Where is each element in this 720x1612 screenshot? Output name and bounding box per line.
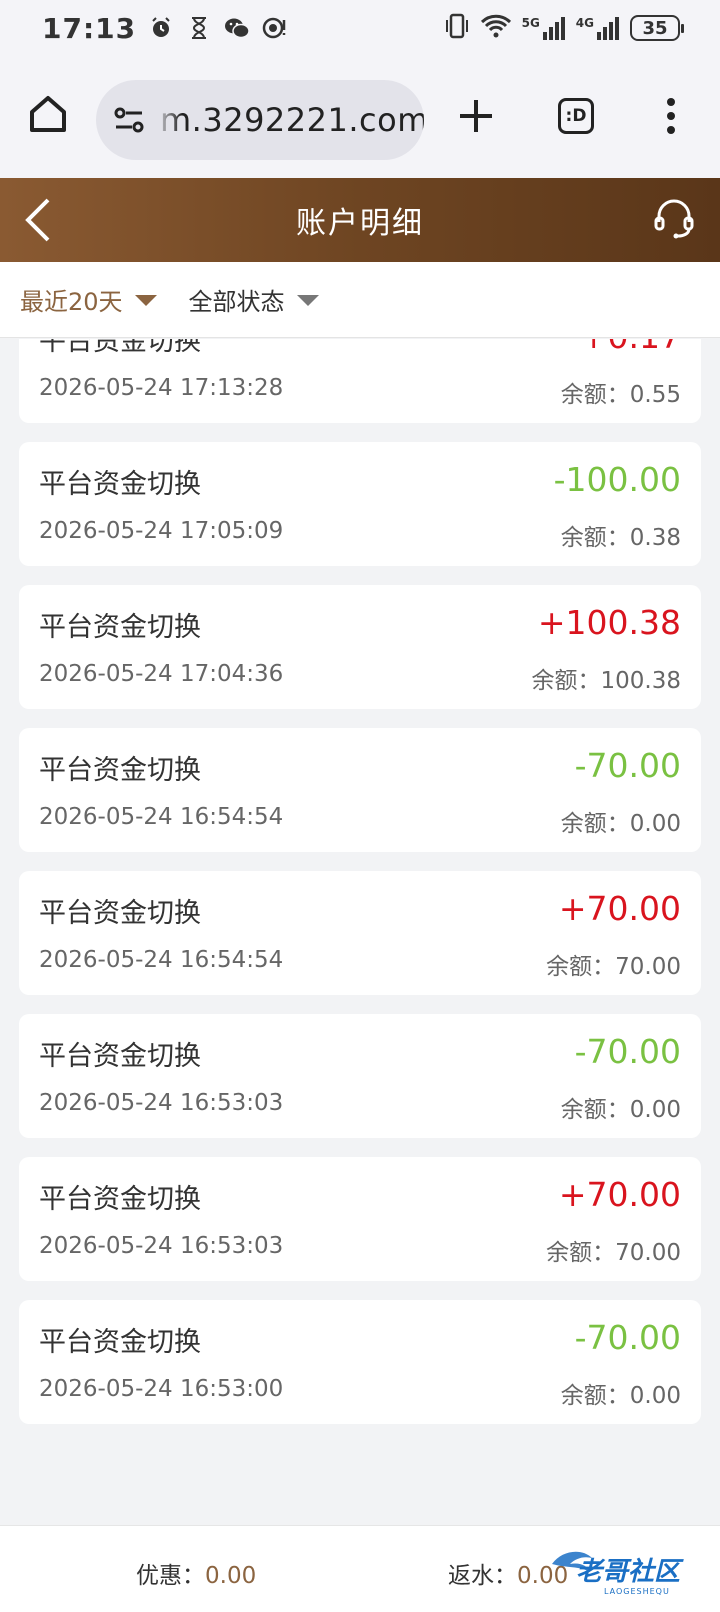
browser-toolbar: m.3292221.com :D bbox=[0, 56, 720, 178]
record-time: 2026-05-24 17:04:36 bbox=[39, 661, 284, 687]
record-balance: 余额：0.38 bbox=[560, 525, 681, 551]
record-title: 平台资金切换 bbox=[39, 339, 201, 357]
signal-5g-icon: 5G bbox=[522, 16, 566, 40]
record-amount: -100.00 bbox=[553, 460, 681, 499]
wechat-icon bbox=[224, 15, 250, 41]
date-range-label: 最近20天 bbox=[20, 288, 123, 316]
record-title: 平台资金切换 bbox=[39, 612, 201, 643]
record-amount: +70.00 bbox=[558, 1175, 681, 1214]
status-filter-label: 全部状态 bbox=[188, 288, 285, 316]
record-time: 2026-05-24 17:05:09 bbox=[39, 518, 284, 544]
vibrate-icon bbox=[444, 12, 470, 44]
records-list[interactable]: 平台资金切换+0.172026-05-24 17:13:28余额：0.55平台资… bbox=[0, 339, 720, 1525]
record-card[interactable]: 平台资金切换 +0.17 2026-05-24 17:13:28 余额：0.55 bbox=[19, 339, 701, 423]
record-time: 2026-05-24 16:53:00 bbox=[39, 1376, 284, 1402]
back-arrow-icon[interactable] bbox=[20, 196, 60, 244]
record-balance: 余额：100.38 bbox=[531, 668, 681, 694]
record-title: 平台资金切换 bbox=[39, 1327, 201, 1358]
net-type-4g: 4G bbox=[575, 16, 594, 30]
net-type-5g: 5G bbox=[521, 16, 540, 30]
status-filter[interactable]: 全部状态 bbox=[189, 282, 319, 317]
url-text: m.3292221.com bbox=[160, 101, 424, 139]
caret-down-icon bbox=[134, 295, 157, 306]
discount-value: 0.00 bbox=[205, 1563, 257, 1589]
new-tab-icon[interactable] bbox=[456, 96, 496, 136]
site-settings-icon[interactable] bbox=[112, 103, 146, 137]
discount-label: 优惠： bbox=[136, 1563, 205, 1589]
date-range-filter[interactable]: 最近20天 bbox=[20, 282, 157, 317]
record-balance: 余额：70.00 bbox=[546, 1240, 681, 1266]
caret-down-icon bbox=[296, 295, 319, 306]
record-time: 2026-05-24 16:53:03 bbox=[39, 1090, 284, 1116]
more-options-icon[interactable] bbox=[664, 96, 678, 136]
record-amount: +100.38 bbox=[537, 603, 681, 642]
status-time: 17:13 bbox=[42, 11, 137, 45]
record-amount: -70.00 bbox=[574, 1318, 681, 1357]
record-balance: 余额：70.00 bbox=[546, 954, 681, 980]
alarm-icon bbox=[148, 15, 174, 41]
home-icon[interactable] bbox=[26, 92, 70, 136]
signal-4g-icon: 4G bbox=[576, 16, 620, 40]
filter-bar: 最近20天 全部状态 bbox=[0, 262, 720, 338]
record-amount: +0.17 bbox=[580, 339, 681, 356]
tab-switcher-button[interactable]: :D bbox=[558, 98, 594, 134]
svg-text:老哥社区: 老哥社区 bbox=[576, 1557, 684, 1587]
app-header: 账户明细 bbox=[0, 178, 720, 262]
notification-icon bbox=[262, 15, 288, 41]
record-card[interactable]: 平台资金切换 -100.00 2026-05-24 17:05:09 余额：0.38 bbox=[19, 442, 701, 566]
record-amount: +70.00 bbox=[558, 889, 681, 928]
record-card[interactable]: 平台资金切换 -70.00 2026-05-24 16:54:54 余额：0.00 bbox=[19, 728, 701, 852]
record-time: 2026-05-24 16:53:03 bbox=[39, 1233, 284, 1259]
record-balance: 余额：0.00 bbox=[560, 1097, 681, 1123]
record-card[interactable]: 平台资金切换 +70.00 2026-05-24 16:54:54 余额：70.00 bbox=[19, 871, 701, 995]
wifi-icon bbox=[480, 13, 512, 43]
record-title: 平台资金切换 bbox=[39, 469, 201, 500]
record-balance: 余额：0.00 bbox=[560, 811, 681, 837]
record-card[interactable]: 平台资金切换 -70.00 2026-05-24 16:53:00 余额：0.00 bbox=[19, 1300, 701, 1424]
record-card[interactable]: 平台资金切换 -70.00 2026-05-24 16:53:03 余额：0.00 bbox=[19, 1014, 701, 1138]
record-title: 平台资金切换 bbox=[39, 898, 201, 929]
rebate-label: 返水： bbox=[448, 1563, 517, 1589]
svg-text:LAOGESHEQU: LAOGESHEQU bbox=[604, 1587, 670, 1596]
hourglass-icon bbox=[186, 15, 212, 41]
address-bar[interactable]: m.3292221.com bbox=[96, 80, 424, 160]
record-card[interactable]: 平台资金切换 +70.00 2026-05-24 16:53:03 余额：70.00 bbox=[19, 1157, 701, 1281]
record-title: 平台资金切换 bbox=[39, 1184, 201, 1215]
battery-indicator: 35 bbox=[630, 15, 684, 41]
record-balance: 余额：0.00 bbox=[560, 1383, 681, 1409]
discount-summary: 优惠：0.00 bbox=[136, 1556, 256, 1590]
page-title: 账户明细 bbox=[296, 206, 424, 241]
record-card[interactable]: 平台资金切换 +100.38 2026-05-24 17:04:36 余额：100.3… bbox=[19, 585, 701, 709]
record-amount: -70.00 bbox=[574, 746, 681, 785]
record-title: 平台资金切换 bbox=[39, 755, 201, 786]
customer-service-icon[interactable] bbox=[652, 196, 696, 240]
record-time: 2026-05-24 16:54:54 bbox=[39, 947, 284, 973]
record-balance: 余额：0.55 bbox=[560, 382, 681, 408]
record-time: 2026-05-24 17:13:28 bbox=[39, 375, 284, 401]
record-title: 平台资金切换 bbox=[39, 1041, 201, 1072]
record-amount: -70.00 bbox=[574, 1032, 681, 1071]
summary-footer: 优惠：0.00 返水： 0.00 老哥社区 LAOGESHEQU bbox=[0, 1525, 720, 1612]
status-bar: 17:13 5G 4G 35 bbox=[0, 0, 720, 56]
community-watermark-logo: 老哥社区 LAOGESHEQU bbox=[546, 1540, 706, 1600]
record-time: 2026-05-24 16:54:54 bbox=[39, 804, 284, 830]
